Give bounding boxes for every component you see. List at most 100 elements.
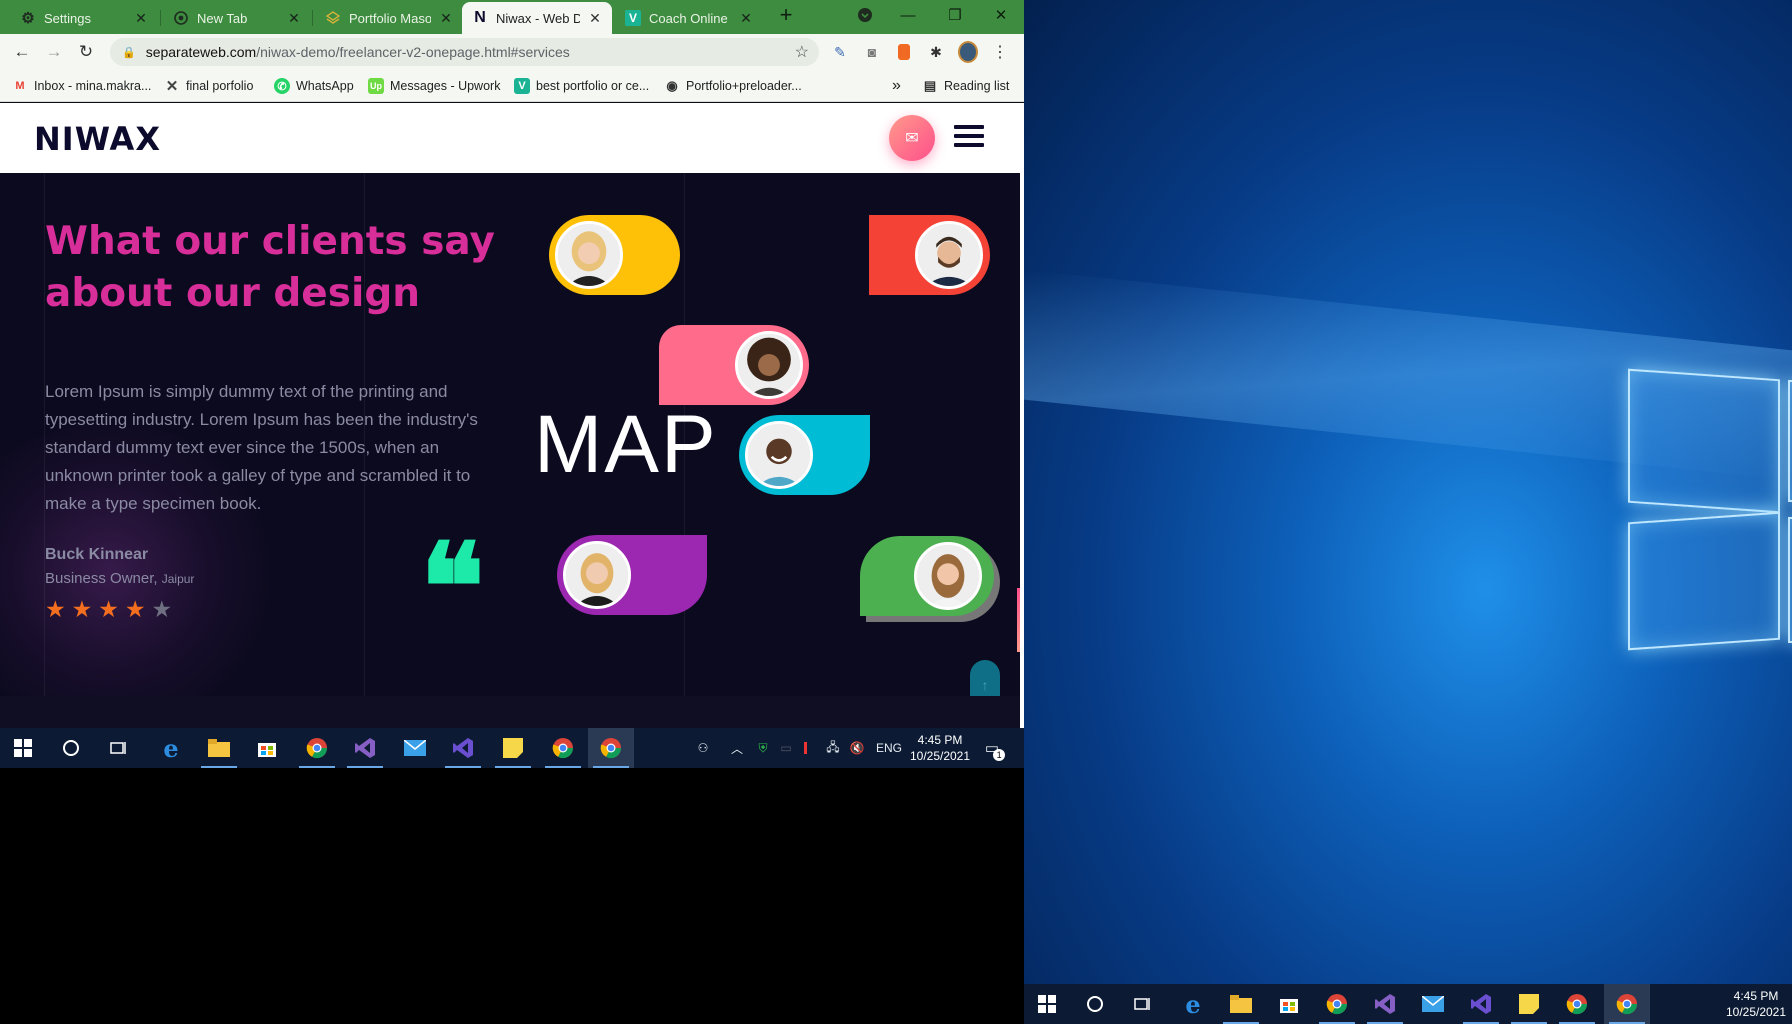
start-button[interactable]	[1024, 984, 1070, 1024]
extension-orange[interactable]	[894, 42, 914, 62]
visual-studio-icon	[1469, 992, 1493, 1016]
menu-button[interactable]: ⋮	[990, 42, 1010, 62]
extensions-button[interactable]: ✱	[926, 42, 946, 62]
start-button[interactable]	[0, 728, 46, 768]
tab-strip: ⚙ Settings ✕ New Tab ✕ Portfolio Mason ✕…	[0, 0, 1024, 34]
people-button[interactable]: ⚇	[690, 728, 716, 768]
quote-icon: ❝	[420, 517, 485, 658]
reading-list-button[interactable]: ▤ Reading list	[922, 76, 1009, 96]
menu-bar	[954, 125, 984, 129]
tab-niwax[interactable]: N Niwax - Web De ✕	[462, 2, 612, 34]
profile-button[interactable]	[958, 41, 978, 63]
tab-title: Coach Online Co	[649, 10, 731, 26]
minimize-button[interactable]: —	[885, 0, 931, 30]
reload-button[interactable]: ↻	[74, 40, 98, 64]
star-filled-icon: ★	[124, 596, 146, 622]
tab-portfolio-masonry[interactable]: Portfolio Mason ✕	[315, 2, 463, 34]
back-to-top-button[interactable]: ↑	[970, 660, 1000, 696]
client-avatar-pill[interactable]	[659, 325, 809, 405]
close-icon[interactable]: ✕	[287, 10, 301, 27]
contact-mail-button[interactable]: ✉	[889, 115, 935, 161]
tab-search-button[interactable]	[842, 0, 888, 30]
bookmark-whatsapp[interactable]: ✆ WhatsApp	[274, 76, 354, 96]
taskbar-chrome-3[interactable]	[1604, 984, 1650, 1024]
task-view-icon	[1131, 992, 1155, 1016]
folder-icon	[1229, 992, 1253, 1016]
testimonial-role: Business Owner, Jaipur	[45, 570, 194, 587]
back-button[interactable]: ←	[10, 40, 34, 64]
search-button[interactable]	[48, 728, 94, 768]
taskbar-store[interactable]	[244, 728, 290, 768]
tray-icon-red[interactable]	[800, 728, 810, 768]
taskbar-visual-studio[interactable]	[1362, 984, 1408, 1024]
more-bookmarks-button[interactable]: »	[892, 76, 901, 96]
bookmark-inbox[interactable]: M Inbox - mina.makra...	[12, 76, 151, 96]
show-hidden-icons-button[interactable]: ︿	[726, 728, 748, 768]
taskbar-edge[interactable]: e	[148, 728, 194, 768]
tab-new-tab[interactable]: New Tab ✕	[163, 2, 311, 34]
page-scrollbar[interactable]	[1020, 103, 1024, 728]
taskbar-chrome[interactable]	[294, 728, 340, 768]
bookmark-portfolio-preloader[interactable]: ◉ Portfolio+preloader...	[664, 76, 802, 96]
taskbar-chrome-2[interactable]	[1554, 984, 1600, 1024]
client-avatar-pill[interactable]	[869, 215, 990, 295]
action-center-button[interactable]: ▭ 1	[978, 728, 1006, 768]
kebab-menu-icon: ⋮	[992, 44, 1008, 61]
volume-button[interactable]: 🔇	[846, 728, 868, 768]
input-language-button[interactable]: ENG	[872, 728, 906, 768]
client-avatar-pill[interactable]	[557, 535, 707, 615]
sticky-note-icon	[1517, 992, 1541, 1016]
running-indicator	[347, 766, 383, 768]
close-icon[interactable]: ✕	[739, 10, 753, 27]
network-button[interactable]: 🖧	[822, 728, 844, 768]
taskbar-vs-code[interactable]	[1458, 984, 1504, 1024]
taskbar-vs-code[interactable]	[440, 728, 486, 768]
search-button[interactable]	[1072, 984, 1118, 1024]
task-view-button[interactable]	[1120, 984, 1166, 1024]
tab-title: Settings	[44, 10, 91, 26]
taskbar-visual-studio[interactable]	[342, 728, 388, 768]
client-avatar-pill[interactable]	[549, 215, 680, 295]
tab-coach-online[interactable]: V Coach Online Co ✕	[615, 2, 763, 34]
desktop-clock[interactable]: 4:45 PM 10/25/2021	[1724, 988, 1788, 1020]
security-tray-icon[interactable]: ⛨	[752, 728, 774, 768]
close-window-button[interactable]: ✕	[978, 0, 1024, 30]
taskbar: e ⚇ ︿ ⛨ ▭ 🖧 🔇 ENG 4:45 PM 10/25/2021 ▭ 1	[0, 728, 1024, 768]
close-icon[interactable]: ✕	[134, 10, 148, 27]
taskbar-store[interactable]	[1266, 984, 1312, 1024]
address-bar[interactable]: 🔒 separateweb.com/niwax-demo/freelancer-…	[110, 38, 819, 66]
new-tab-button[interactable]: +	[762, 0, 810, 30]
client-avatar-pill[interactable]	[739, 415, 870, 495]
taskbar-mail[interactable]	[392, 728, 438, 768]
bookmark-label: Portfolio+preloader...	[686, 79, 802, 93]
star-rating: ★ ★ ★ ★ ★	[45, 596, 172, 623]
taskbar-mail[interactable]	[1410, 984, 1456, 1024]
taskbar-chrome-2[interactable]	[540, 728, 586, 768]
taskbar-edge[interactable]: e	[1170, 984, 1216, 1024]
taskbar-clock[interactable]: 4:45 PM 10/25/2021	[908, 732, 972, 764]
taskbar-sticky-notes[interactable]	[1506, 984, 1552, 1024]
taskbar-chrome-3[interactable]	[588, 728, 634, 768]
close-icon[interactable]: ✕	[439, 10, 453, 27]
eyedropper-extension[interactable]: ✎	[830, 42, 850, 62]
site-logo[interactable]: NIWAX	[34, 120, 161, 158]
taskbar-explorer[interactable]	[1218, 984, 1264, 1024]
taskbar-explorer[interactable]	[196, 728, 242, 768]
close-icon[interactable]: ✕	[588, 10, 602, 27]
tab-settings[interactable]: ⚙ Settings ✕	[10, 2, 158, 34]
restore-button[interactable]: ❐	[932, 0, 978, 30]
hamburger-menu-button[interactable]	[954, 125, 984, 151]
taskbar-chrome[interactable]	[1314, 984, 1360, 1024]
bookmark-final-porfolio[interactable]: ✕ final porfolio	[164, 76, 254, 96]
client-avatar-pill[interactable]	[860, 536, 994, 616]
forward-button[interactable]: →	[42, 40, 66, 64]
tray-icon-dim[interactable]: ▭	[776, 728, 796, 768]
taskbar-sticky-notes[interactable]	[490, 728, 536, 768]
bookmark-star-icon[interactable]: ☆	[795, 42, 809, 62]
gear-icon: ⚙	[21, 10, 35, 27]
screenshot-extension[interactable]: ◙	[862, 42, 882, 62]
task-view-button[interactable]	[96, 728, 142, 768]
bookmark-best-portfolio[interactable]: Vbest portfolio or ce...	[514, 76, 649, 96]
bookmark-upwork[interactable]: Up Messages - Upwork	[368, 76, 500, 96]
windows-logo-pane	[1788, 380, 1792, 502]
